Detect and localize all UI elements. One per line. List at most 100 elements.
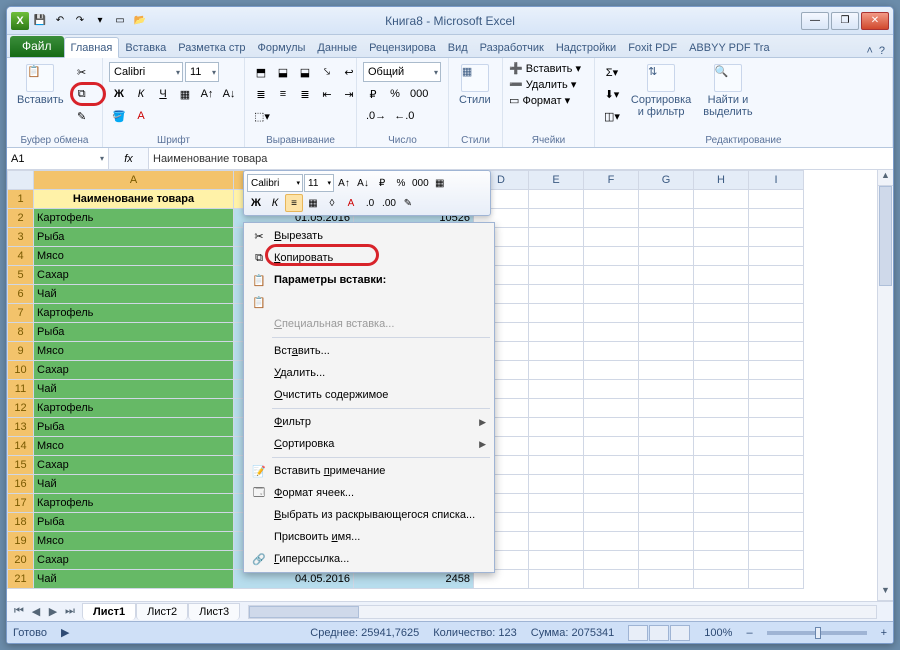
cell[interactable] <box>584 456 639 475</box>
qat-new-icon[interactable]: ▭ <box>111 12 129 30</box>
row-header-19[interactable]: 19 <box>8 532 34 551</box>
cell[interactable] <box>529 513 584 532</box>
cell[interactable] <box>529 247 584 266</box>
row-header-10[interactable]: 10 <box>8 361 34 380</box>
cell-A16[interactable]: Чай <box>34 475 234 494</box>
cell[interactable] <box>749 437 804 456</box>
format-cells-button[interactable]: ▭ Формат ▾ <box>509 94 570 107</box>
cell-A7[interactable]: Картофель <box>34 304 234 323</box>
sheet-tab-Лист2[interactable]: Лист2 <box>136 603 188 620</box>
mini-bold-icon[interactable]: Ж <box>247 194 265 212</box>
cell[interactable] <box>749 380 804 399</box>
cell[interactable] <box>529 266 584 285</box>
qat-save-icon[interactable]: 💾 <box>31 12 49 30</box>
cell-A5[interactable]: Сахар <box>34 266 234 285</box>
sheet-tab-Лист1[interactable]: Лист1 <box>82 603 136 620</box>
name-box[interactable]: A1 <box>7 148 109 169</box>
cell[interactable] <box>694 209 749 228</box>
mini-fill-icon[interactable]: ◊ <box>323 194 341 212</box>
cell-A12[interactable]: Картофель <box>34 399 234 418</box>
context-item-гиперссылка[interactable]: 🔗Гиперссылка... <box>246 548 492 570</box>
zoom-out-icon[interactable]: – <box>746 627 752 639</box>
cell[interactable] <box>694 342 749 361</box>
cell[interactable] <box>584 323 639 342</box>
cell[interactable] <box>639 437 694 456</box>
row-header-5[interactable]: 5 <box>8 266 34 285</box>
cell[interactable] <box>694 570 749 589</box>
cell-A3[interactable]: Рыба <box>34 228 234 247</box>
cell-A8[interactable]: Рыба <box>34 323 234 342</box>
mini-fontcolor-icon[interactable]: A <box>342 194 360 212</box>
row-header-2[interactable]: 2 <box>8 209 34 228</box>
copy-icon[interactable]: ⧉ <box>72 84 92 104</box>
cell[interactable] <box>749 209 804 228</box>
sheet-nav-last-icon[interactable]: ⏭ <box>62 605 78 618</box>
cell[interactable] <box>639 418 694 437</box>
cell[interactable] <box>584 304 639 323</box>
cell[interactable] <box>529 380 584 399</box>
view-normal-icon[interactable] <box>628 625 648 641</box>
cell[interactable] <box>694 437 749 456</box>
cell[interactable] <box>584 285 639 304</box>
cell[interactable] <box>529 342 584 361</box>
cell[interactable] <box>584 228 639 247</box>
cell[interactable] <box>749 570 804 589</box>
mini-painter-icon[interactable]: ✎ <box>399 194 417 212</box>
cell[interactable] <box>694 266 749 285</box>
mini-italic-icon[interactable]: К <box>266 194 284 212</box>
view-pagebreak-icon[interactable] <box>670 625 690 641</box>
qat-redo-icon[interactable]: ↷ <box>71 12 89 30</box>
cell[interactable] <box>529 323 584 342</box>
cell[interactable] <box>529 304 584 323</box>
mini-borders-icon[interactable]: ▦ <box>431 174 449 192</box>
tab-foxit pdf[interactable]: Foxit PDF <box>622 38 683 57</box>
row-header-15[interactable]: 15 <box>8 456 34 475</box>
cell[interactable] <box>639 361 694 380</box>
context-item-форматячеек[interactable]: 🗔Формат ячеек... <box>246 482 492 504</box>
align-right-icon[interactable]: ≣ <box>295 84 315 104</box>
row-header-21[interactable]: 21 <box>8 570 34 589</box>
row-header-3[interactable]: 3 <box>8 228 34 247</box>
font-name-combo[interactable]: Calibri <box>109 62 183 82</box>
sort-filter-button[interactable]: ⇅ Сортировка и фильтр <box>627 62 695 120</box>
cell[interactable] <box>694 456 749 475</box>
cell[interactable] <box>639 304 694 323</box>
cell-A14[interactable]: Мясо <box>34 437 234 456</box>
indent-dec-icon[interactable]: ⇤ <box>317 84 337 104</box>
currency-icon[interactable]: ₽ <box>363 84 383 104</box>
cell[interactable] <box>584 399 639 418</box>
italic-button[interactable]: К <box>131 84 151 104</box>
row-header-8[interactable]: 8 <box>8 323 34 342</box>
cell[interactable] <box>639 190 694 209</box>
cell[interactable] <box>694 285 749 304</box>
col-header-F[interactable]: F <box>584 171 639 190</box>
cell[interactable] <box>584 247 639 266</box>
align-left-icon[interactable]: ≣ <box>251 84 271 104</box>
cell[interactable] <box>639 456 694 475</box>
cell-A10[interactable]: Сахар <box>34 361 234 380</box>
cell[interactable] <box>694 323 749 342</box>
cell[interactable] <box>529 361 584 380</box>
col-header-E[interactable]: E <box>529 171 584 190</box>
cell[interactable] <box>694 190 749 209</box>
tab-надстройки[interactable]: Надстройки <box>550 38 622 57</box>
cell[interactable] <box>749 304 804 323</box>
cell[interactable] <box>639 209 694 228</box>
maximize-button[interactable]: ❐ <box>831 12 859 30</box>
cell[interactable] <box>529 475 584 494</box>
vertical-scrollbar[interactable]: ▲ ▼ <box>877 170 893 601</box>
cell[interactable] <box>749 228 804 247</box>
mini-comma-icon[interactable]: 000 <box>411 174 430 192</box>
tab-формулы[interactable]: Формулы <box>252 38 312 57</box>
number-format-combo[interactable]: Общий <box>363 62 441 82</box>
row-header-16[interactable]: 16 <box>8 475 34 494</box>
qat-undo-icon[interactable]: ↶ <box>51 12 69 30</box>
tab-разметка стр[interactable]: Разметка стр <box>172 38 251 57</box>
cell[interactable] <box>584 570 639 589</box>
context-item-удалить[interactable]: Удалить... <box>246 362 492 384</box>
cell[interactable] <box>749 361 804 380</box>
cell[interactable] <box>584 266 639 285</box>
row-header-13[interactable]: 13 <box>8 418 34 437</box>
cell[interactable] <box>529 190 584 209</box>
cell[interactable] <box>584 209 639 228</box>
